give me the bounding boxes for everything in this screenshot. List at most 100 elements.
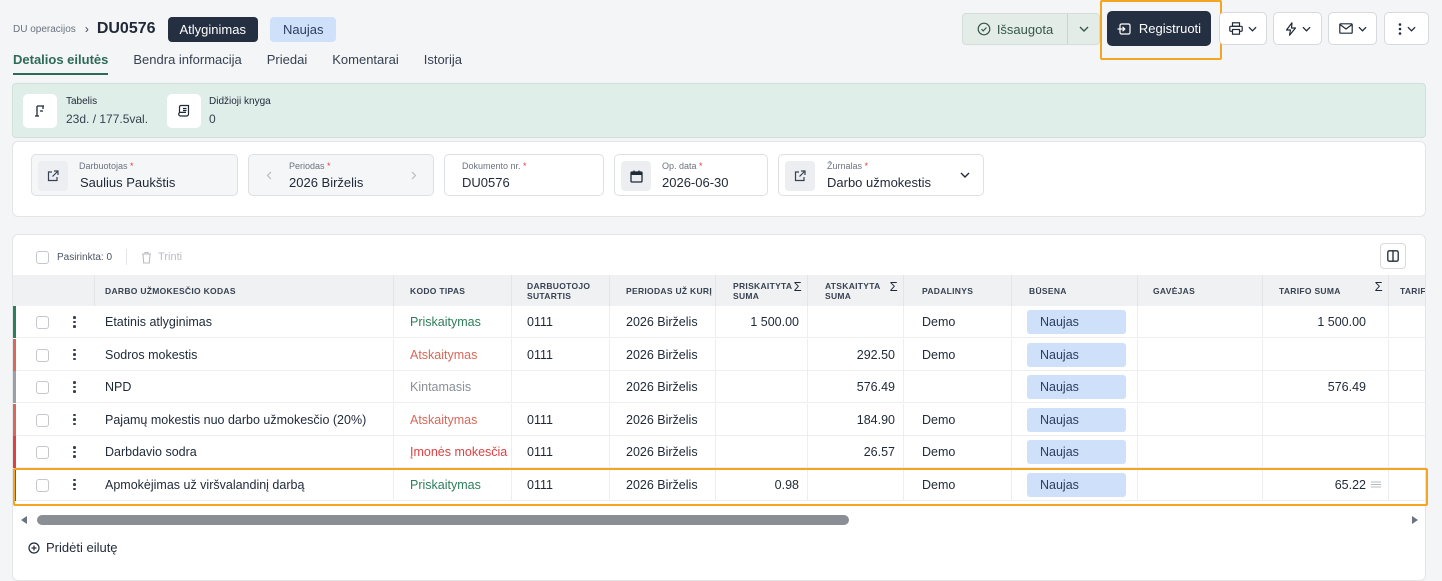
status-pill[interactable]: Naujas bbox=[1027, 440, 1126, 464]
cell-unit[interactable]: Demo bbox=[904, 306, 1012, 338]
cell-status[interactable]: Naujas bbox=[1012, 306, 1138, 338]
status-pill[interactable]: Naujas bbox=[1027, 310, 1126, 334]
cell-rate[interactable]: 576.49 bbox=[1263, 371, 1389, 403]
row-menu-icon[interactable] bbox=[73, 381, 76, 393]
col-unit[interactable]: PADALINYS bbox=[904, 275, 1012, 306]
sum-icon[interactable]: Σ bbox=[1375, 280, 1383, 293]
print-menu-button[interactable] bbox=[1219, 12, 1267, 45]
cell-receiver[interactable] bbox=[1138, 338, 1263, 371]
col-contract[interactable]: DARBUOTOJO SUTARTIS bbox=[512, 275, 610, 306]
col-period[interactable]: PERIODAS UŽ KURĮ bbox=[610, 275, 716, 306]
cell-deducted[interactable]: 576.49 bbox=[808, 371, 904, 403]
ledger-button[interactable] bbox=[167, 94, 201, 128]
scrollbar-thumb[interactable] bbox=[37, 515, 849, 525]
col-code[interactable]: DARBO UŽMOKESČIO KODAS bbox=[95, 275, 394, 306]
sum-icon[interactable]: Σ bbox=[794, 280, 802, 293]
select-all-checkbox[interactable] bbox=[36, 250, 49, 264]
cell-rate[interactable]: 1 500.00 bbox=[1263, 306, 1389, 338]
cell-type[interactable]: Atskaitymas bbox=[394, 338, 512, 371]
cell-unit[interactable]: Demo bbox=[904, 436, 1012, 468]
status-pill[interactable]: Naujas bbox=[1027, 342, 1126, 367]
cell-code[interactable]: Pajamų mokestis nuo darbo užmokesčio (20… bbox=[95, 403, 394, 436]
col-status[interactable]: BŪSENA bbox=[1012, 275, 1138, 306]
table-row[interactable]: Sodros mokestis Atskaitymas 0111 2026 Birže… bbox=[13, 338, 1425, 371]
tab-detail-lines[interactable]: Detalios eilutės bbox=[13, 52, 109, 75]
cell-type[interactable]: Įmonės mokesčia bbox=[394, 436, 512, 468]
cell-rate2[interactable] bbox=[1389, 306, 1425, 338]
col-deducted[interactable]: ATSKAITYTA SUMA Σ bbox=[808, 275, 904, 306]
open-link-button[interactable] bbox=[785, 161, 815, 191]
saved-dropdown-button[interactable] bbox=[1068, 26, 1099, 32]
cell-contract[interactable]: 0111 bbox=[512, 436, 610, 468]
status-pill[interactable]: Naujas bbox=[1027, 375, 1126, 399]
cell-unit[interactable]: Demo bbox=[904, 338, 1012, 371]
doc-number-field[interactable]: Dokumento nr. * DU0576 bbox=[444, 154, 604, 196]
timesheet-button[interactable] bbox=[23, 94, 57, 128]
cell-contract[interactable]: 0111 bbox=[512, 306, 610, 338]
row-menu-icon[interactable] bbox=[73, 413, 76, 426]
cell-rate2[interactable] bbox=[1389, 371, 1425, 403]
cell-accrued[interactable] bbox=[716, 338, 808, 371]
columns-toggle-button[interactable] bbox=[1380, 243, 1406, 269]
add-row-button[interactable]: Pridėti eilutę bbox=[28, 540, 118, 555]
period-field[interactable]: Periodas * 2026 Birželis bbox=[248, 154, 434, 196]
cell-contract[interactable]: 0111 bbox=[512, 338, 610, 371]
journal-select[interactable]: Žurnalas * Darbo užmokestis bbox=[778, 154, 984, 196]
cell-rate[interactable] bbox=[1263, 436, 1389, 468]
row-checkbox[interactable] bbox=[36, 446, 49, 459]
tab-history[interactable]: Istorija bbox=[424, 52, 462, 75]
table-row[interactable]: Darbdavio sodra Įmonės mokesčia 0111 2026 B… bbox=[13, 436, 1425, 468]
delete-button[interactable]: Trinti bbox=[141, 251, 182, 264]
tab-attachments[interactable]: Priedai bbox=[267, 52, 307, 75]
cell-code[interactable]: Darbdavio sodra bbox=[95, 436, 394, 468]
tab-comments[interactable]: Komentarai bbox=[332, 52, 398, 75]
chevron-left-icon[interactable] bbox=[266, 171, 272, 180]
status-pill[interactable]: Naujas bbox=[1027, 407, 1126, 432]
cell-accrued[interactable] bbox=[716, 403, 808, 436]
calendar-button[interactable] bbox=[621, 161, 651, 191]
row-checkbox[interactable] bbox=[36, 348, 49, 362]
cell-period[interactable]: 2026 Birželis bbox=[610, 338, 716, 371]
cell-deducted[interactable]: 292.50 bbox=[808, 338, 904, 371]
cell-type[interactable]: Atskaitymas bbox=[394, 403, 512, 436]
scroll-right-icon[interactable] bbox=[1411, 516, 1418, 524]
row-menu-icon[interactable] bbox=[73, 446, 76, 458]
col-rate2[interactable]: TARIFO bbox=[1389, 275, 1425, 306]
cell-code[interactable]: Etatinis atlyginimas bbox=[95, 306, 394, 338]
horizontal-scrollbar[interactable] bbox=[13, 513, 1425, 527]
cell-rate[interactable] bbox=[1263, 338, 1389, 371]
cell-period[interactable]: 2026 Birželis bbox=[610, 306, 716, 338]
cell-rate2[interactable] bbox=[1389, 436, 1425, 468]
cell-type[interactable]: Kintamasis bbox=[394, 371, 512, 403]
cell-deducted[interactable] bbox=[808, 306, 904, 338]
table-row[interactable]: NPD Kintamasis 2026 Birželis 576.49 Naujas 57… bbox=[13, 371, 1425, 403]
cell-status[interactable]: Naujas bbox=[1012, 436, 1138, 468]
cell-type[interactable]: Priskaitymas bbox=[394, 306, 512, 338]
row-menu-icon[interactable] bbox=[73, 316, 76, 328]
more-menu-button[interactable] bbox=[1384, 12, 1429, 45]
cell-rate2[interactable] bbox=[1389, 339, 1425, 371]
chevron-right-icon[interactable] bbox=[411, 171, 417, 180]
cell-deducted[interactable]: 26.57 bbox=[808, 436, 904, 468]
col-receiver[interactable]: GAVĖJAS bbox=[1138, 275, 1263, 306]
col-type[interactable]: KODO TIPAS bbox=[394, 275, 512, 306]
cell-accrued[interactable] bbox=[716, 436, 808, 468]
cell-code[interactable]: NPD bbox=[95, 371, 394, 403]
cell-receiver[interactable] bbox=[1138, 403, 1263, 436]
cell-deducted[interactable]: 184.90 bbox=[808, 403, 904, 436]
col-rate[interactable]: TARIFO SUMA Σ bbox=[1263, 275, 1389, 306]
cell-unit[interactable] bbox=[904, 371, 1012, 403]
register-button[interactable]: Registruoti bbox=[1107, 11, 1211, 46]
cell-receiver[interactable] bbox=[1138, 371, 1263, 403]
cell-contract[interactable] bbox=[512, 371, 610, 403]
cell-period[interactable]: 2026 Birželis bbox=[610, 403, 716, 436]
row-menu-icon[interactable] bbox=[73, 348, 76, 361]
cell-accrued[interactable]: 1 500.00 bbox=[716, 306, 808, 338]
row-checkbox[interactable] bbox=[36, 381, 49, 394]
cell-status[interactable]: Naujas bbox=[1012, 403, 1138, 436]
table-row[interactable]: Etatinis atlyginimas Priskaitymas 0111 2026… bbox=[13, 306, 1425, 338]
cell-accrued[interactable] bbox=[716, 371, 808, 403]
saved-button[interactable]: Išsaugota bbox=[963, 22, 1067, 37]
cell-receiver[interactable] bbox=[1138, 306, 1263, 338]
breadcrumb-parent-link[interactable]: DU operacijos bbox=[13, 24, 76, 35]
